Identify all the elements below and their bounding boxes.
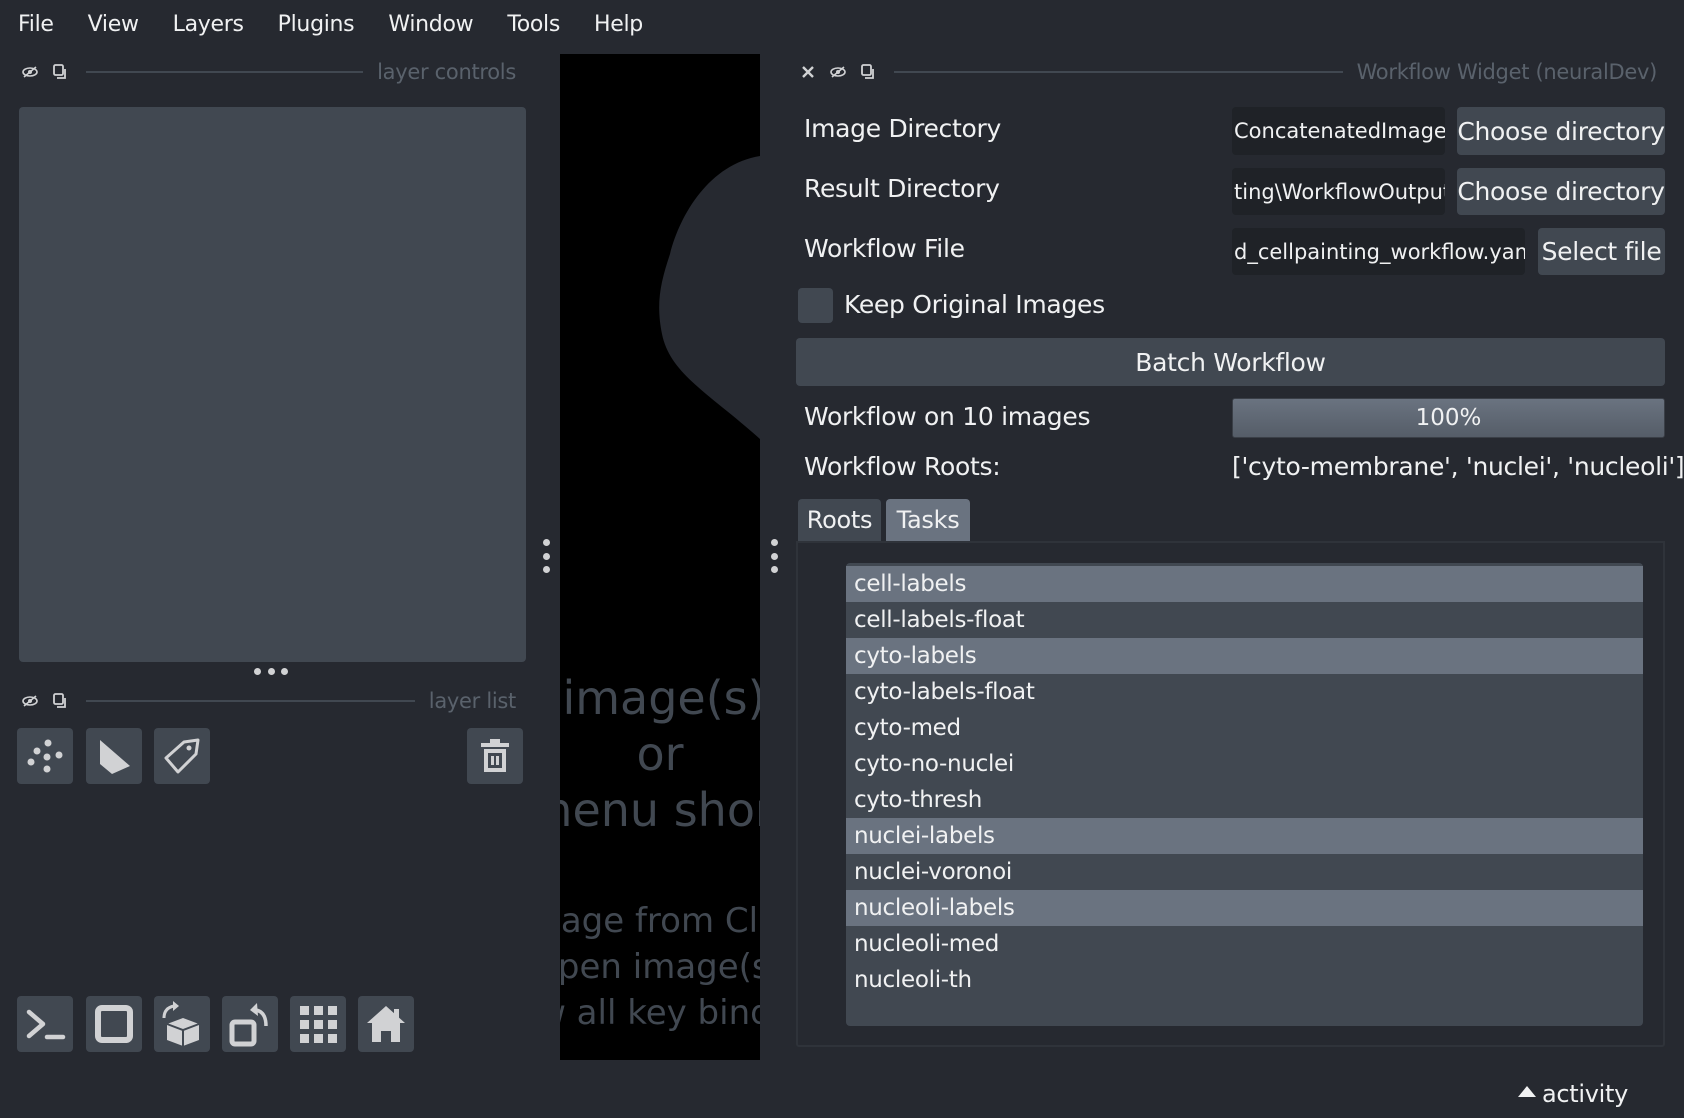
- result-directory-input[interactable]: ting\WorkflowOutput: [1232, 168, 1445, 215]
- activity-button[interactable]: activity: [1518, 1080, 1628, 1108]
- right-splitter-handle[interactable]: [770, 539, 778, 573]
- keep-original-images-label[interactable]: Keep Original Images: [844, 290, 1105, 319]
- workflow-progress-bar: 100%: [1232, 398, 1665, 438]
- hide-eye-icon[interactable]: [22, 693, 38, 709]
- batch-workflow-button[interactable]: Batch Workflow: [796, 338, 1665, 386]
- task-list-item[interactable]: cyto-labels-float: [846, 674, 1643, 710]
- workflow-file-value: d_cellpainting_workflow.yaml: [1234, 239, 1525, 264]
- image-directory-label: Image Directory: [804, 114, 1001, 143]
- layer-list-header: layer list: [22, 687, 516, 715]
- activity-label: activity: [1542, 1080, 1629, 1108]
- workflow-widget-header: Workflow Widget (neuralDev): [800, 58, 1657, 86]
- task-list-item[interactable]: nucleoli-th: [846, 962, 1643, 998]
- roll-dimensions-button[interactable]: [154, 996, 210, 1052]
- keep-original-images-checkbox[interactable]: [798, 288, 833, 323]
- task-list-item[interactable]: cyto-no-nuclei: [846, 746, 1643, 782]
- menu-file[interactable]: File: [0, 0, 71, 50]
- workflow-file-input[interactable]: d_cellpainting_workflow.yaml: [1232, 228, 1525, 275]
- widget-title: Workflow Widget (neuralDev): [1356, 60, 1658, 84]
- image-directory-input[interactable]: ConcatenatedImages: [1232, 107, 1445, 155]
- menu-help[interactable]: Help: [577, 0, 660, 50]
- workflow-roots-value: ['cyto-membrane', 'nuclei', 'nucleoli']: [1232, 452, 1684, 481]
- tab-roots[interactable]: Roots: [798, 499, 881, 541]
- menu-view[interactable]: View: [71, 0, 156, 50]
- task-list[interactable]: cell-labels cell-labels-float cyto-labels c…: [846, 563, 1643, 1026]
- task-list-item[interactable]: cyto-med: [846, 710, 1643, 746]
- menu-plugins[interactable]: Plugins: [261, 0, 372, 50]
- hide-eye-icon[interactable]: [22, 64, 38, 80]
- labels-tag-icon: [164, 738, 200, 774]
- shortcut-open-image: open image(s): [560, 947, 760, 987]
- task-list-item[interactable]: nuclei-voronoi: [846, 854, 1643, 890]
- delete-layer-button[interactable]: [467, 728, 523, 784]
- workflow-file-label: Workflow File: [804, 234, 965, 263]
- result-directory-label: Result Directory: [804, 174, 1000, 203]
- transpose-icon: [229, 1003, 268, 1047]
- home-icon: [367, 1006, 405, 1042]
- task-list-item[interactable]: nucleoli-med: [846, 926, 1643, 962]
- grid-icon: [300, 1006, 337, 1043]
- close-icon[interactable]: [800, 64, 816, 80]
- new-labels-layer-button[interactable]: [154, 728, 210, 784]
- title-bar-line[interactable]: [86, 700, 415, 702]
- result-directory-value: ting\WorkflowOutput: [1234, 179, 1445, 204]
- task-list-item[interactable]: cell-labels: [846, 566, 1643, 602]
- transpose-dimensions-button[interactable]: [222, 996, 278, 1052]
- welcome-line-2: or: [636, 727, 684, 781]
- layer-list-title: layer list: [428, 689, 517, 713]
- select-workflow-file-button[interactable]: Select file: [1538, 228, 1665, 275]
- hide-eye-icon[interactable]: [830, 64, 846, 80]
- layer-controls-header: layer controls: [22, 58, 516, 86]
- trash-icon: [481, 739, 509, 772]
- panel-resize-handle[interactable]: [254, 668, 288, 678]
- task-list-item[interactable]: cell-labels-float: [846, 602, 1643, 638]
- choose-result-directory-button[interactable]: Choose directory: [1457, 168, 1665, 215]
- menu-window[interactable]: Window: [371, 0, 490, 50]
- triangle-up-icon: [1518, 1085, 1536, 1097]
- new-points-layer-button[interactable]: [17, 728, 73, 784]
- menu-layers[interactable]: Layers: [156, 0, 261, 50]
- points-icon: [27, 739, 63, 773]
- left-splitter-handle[interactable]: [542, 539, 550, 573]
- title-bar-line[interactable]: [894, 71, 1343, 73]
- task-list-item[interactable]: nucleoli-labels: [846, 890, 1643, 926]
- console-button[interactable]: [17, 996, 73, 1052]
- task-list-item[interactable]: cyto-labels: [846, 638, 1643, 674]
- shortcut-new-image: New Image from Clipboard: [560, 901, 760, 941]
- toggle-ndisplay-button[interactable]: [86, 996, 142, 1052]
- progress-label: Workflow on 10 images: [804, 402, 1091, 431]
- cube-rotate-icon: [162, 1001, 200, 1046]
- task-list-item[interactable]: cyto-thresh: [846, 782, 1643, 818]
- terminal-icon: [26, 1009, 66, 1040]
- title-bar-line[interactable]: [86, 71, 364, 73]
- welcome-line-3: use menu shortcuts: [560, 783, 760, 837]
- welcome-text: Drag image(s) here or use menu shortcuts…: [560, 670, 760, 1036]
- square-2d-icon: [95, 1005, 133, 1043]
- welcome-line-1: Drag image(s) here: [560, 671, 760, 725]
- grid-mode-button[interactable]: [290, 996, 346, 1052]
- tab-tasks[interactable]: Tasks: [886, 499, 970, 541]
- image-directory-value: ConcatenatedImages: [1234, 119, 1445, 143]
- layer-controls-title: layer controls: [377, 60, 516, 84]
- viewer-canvas[interactable]: Drag image(s) here or use menu shortcuts…: [560, 54, 760, 1060]
- new-shapes-layer-button[interactable]: [86, 728, 142, 784]
- shortcut-key-bindings: show all key bindings: [560, 993, 760, 1033]
- progress-text: 100%: [1415, 405, 1482, 431]
- shapes-icon: [100, 740, 130, 774]
- workflow-roots-label: Workflow Roots:: [804, 452, 1001, 481]
- task-list-item[interactable]: nuclei-labels: [846, 818, 1643, 854]
- float-panel-icon[interactable]: [860, 64, 876, 80]
- float-panel-icon[interactable]: [52, 64, 68, 80]
- menu-bar: File View Layers Plugins Window Tools He…: [0, 0, 1684, 50]
- reset-view-button[interactable]: [358, 996, 414, 1052]
- menu-tools[interactable]: Tools: [490, 0, 577, 50]
- float-panel-icon[interactable]: [52, 693, 68, 709]
- choose-image-directory-button[interactable]: Choose directory: [1457, 107, 1665, 155]
- layer-controls-area: [19, 107, 526, 662]
